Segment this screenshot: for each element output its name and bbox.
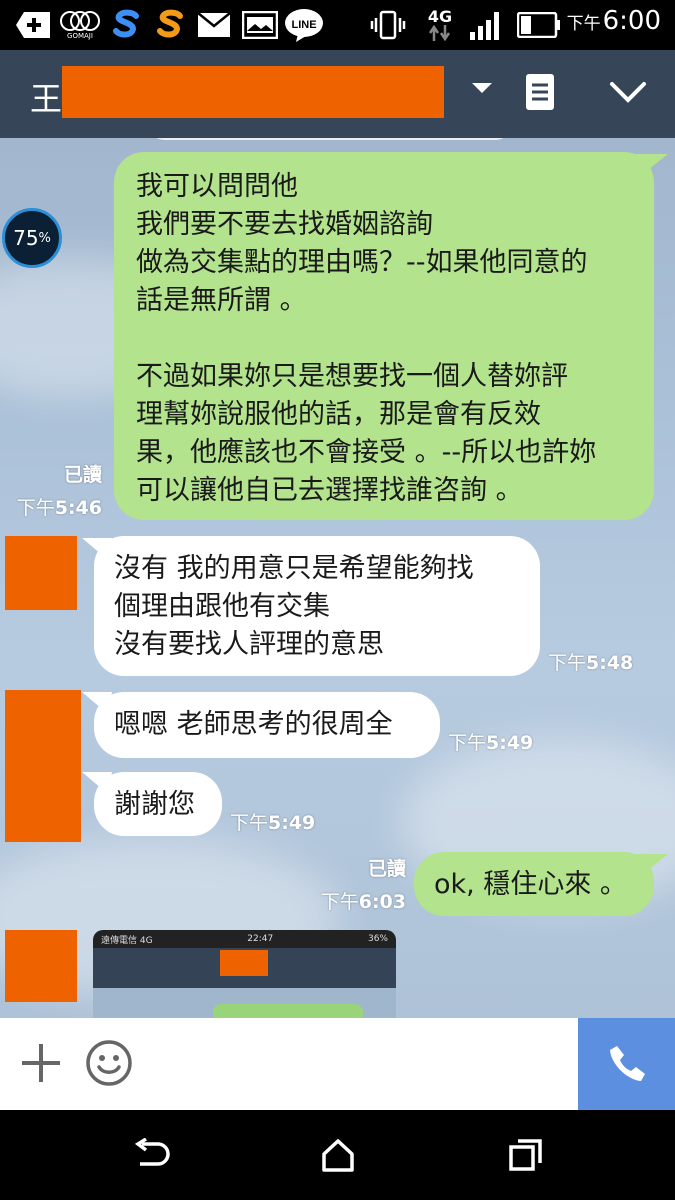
message-line [136,320,644,358]
mail-icon [196,7,232,43]
message-time-ampm: 下午 [548,652,587,674]
s-app-blue-icon [106,7,146,43]
message-meta: 下午5:49 [448,728,533,755]
vibrate-icon [370,7,406,43]
battery-icon [516,7,562,43]
thumbnail-battery: 36% [367,934,388,944]
avatar[interactable] [5,930,77,1002]
signal-icon [466,7,506,43]
image-icon [240,7,280,43]
bubble-tail [634,154,668,178]
message-line: 話是無所謂 。 [136,285,307,316]
status-bar: GOMAJI LINE 4G 下午6:00 [0,0,675,50]
home-icon[interactable] [320,1138,356,1176]
message-line: 我們要不要去找婚姻諮詢 [136,209,433,240]
message-bubble-outgoing[interactable]: 我可以問問他 我們要不要去找婚姻諮詢 做為交集點的理由嗎？--如果他同意的 話是… [114,152,654,520]
message-line: 果，他應該也不會接受 。--所以也許妳 [136,437,597,468]
message-time: 5:48 [586,652,634,674]
message-bubble-incoming[interactable]: 謝謝您 [94,772,222,836]
message-time-ampm: 下午 [230,812,269,834]
read-label: 已讀 [63,464,102,486]
status-time: 6:00 [602,6,661,36]
line-app-icon: LINE [284,7,324,43]
message-meta: 下午5:48 [548,648,633,675]
add-box-icon [14,7,54,43]
message-bubble-incoming[interactable]: 嗯嗯 老師思考的很周全 [94,692,440,758]
thumbnail-status-bar: 遠傳電信 4G 22:47 36% [93,930,396,948]
message-line: 可以讓他自已去選擇找誰咨詢 。 [136,475,523,506]
message-line: 沒有要找人評理的意思 [114,629,384,660]
status-clock: 下午6:00 [567,6,661,36]
message-meta: 已讀 下午6:03 [316,854,406,914]
previous-message-edge [150,138,510,140]
progress-value: 75 [13,226,39,250]
progress-unit: % [38,230,51,246]
line-app-label: LINE [291,19,316,31]
thumbnail-time: 22:47 [247,934,274,944]
thumbnail-redaction [220,950,268,976]
message-time: 5:49 [486,732,534,754]
message-line: 我可以問問他 [136,171,298,202]
thumbnail-bubble [213,1004,363,1018]
message-line: 謝謝您 [114,789,195,820]
message-line: 沒有 我的用意只是希望能夠找 [114,553,474,584]
progress-badge: 75% [2,208,62,268]
phone-icon[interactable] [578,1018,675,1110]
message-time-ampm: 下午 [320,891,359,913]
s-app-orange-icon [150,7,190,43]
message-line: 理幫妳說服他的話，那是會有反效 [136,399,541,430]
image-message-thumbnail[interactable]: 遠傳電信 4G 22:47 36% [93,930,396,1018]
chat-area[interactable]: 75% 已讀 下午5:46 我可以問問他 我們要不要去找婚姻諮詢 做為交集點的理… [0,138,675,1018]
message-time-ampm: 下午 [16,497,55,519]
message-line: 嗯嗯 老師思考的很周全 [114,709,393,740]
read-label: 已讀 [367,858,406,880]
contact-name[interactable]: 王 [30,74,62,120]
chevron-down-icon[interactable] [608,80,648,108]
message-meta: 已讀 下午5:46 [10,460,102,520]
chat-header: 王 [0,50,675,138]
recents-icon[interactable] [508,1138,544,1176]
message-time: 5:49 [268,812,316,834]
message-meta: 下午5:49 [230,808,315,835]
message-time: 5:46 [54,497,102,519]
bubble-tail [634,854,668,878]
network-type-label: 4G [427,7,453,26]
emoji-icon[interactable] [84,1038,134,1092]
gomaji-label: GOMAJI [67,32,93,40]
message-time: 6:03 [358,891,406,913]
status-time-ampm: 下午 [566,14,601,34]
message-line: 做為交集點的理由嗎？--如果他同意的 [136,247,588,278]
message-time-ampm: 下午 [448,732,487,754]
gomaji-app-icon: GOMAJI [58,7,102,43]
message-line: 不過如果妳只是想要找一個人替妳評 [136,361,568,392]
message-line: ok, 穩住心來 。 [434,869,627,900]
avatar[interactable] [5,536,77,610]
contact-name-redaction [62,66,444,118]
plus-icon[interactable] [18,1040,64,1090]
avatar[interactable] [5,690,81,842]
notes-icon[interactable] [524,72,556,116]
message-bubble-incoming[interactable]: 沒有 我的用意只是希望能夠找 個理由跟他有交集 沒有要找人評理的意思 [94,536,540,676]
message-input-bar [0,1018,675,1110]
thumbnail-carrier: 遠傳電信 4G [101,935,153,946]
system-nav-bar [0,1110,675,1200]
message-line: 個理由跟他有交集 [114,591,330,622]
message-bubble-outgoing[interactable]: ok, 穩住心來 。 [414,852,654,916]
caret-down-icon[interactable] [470,80,494,99]
back-icon[interactable] [132,1137,172,1176]
network-4g-icon: 4G [420,7,460,43]
